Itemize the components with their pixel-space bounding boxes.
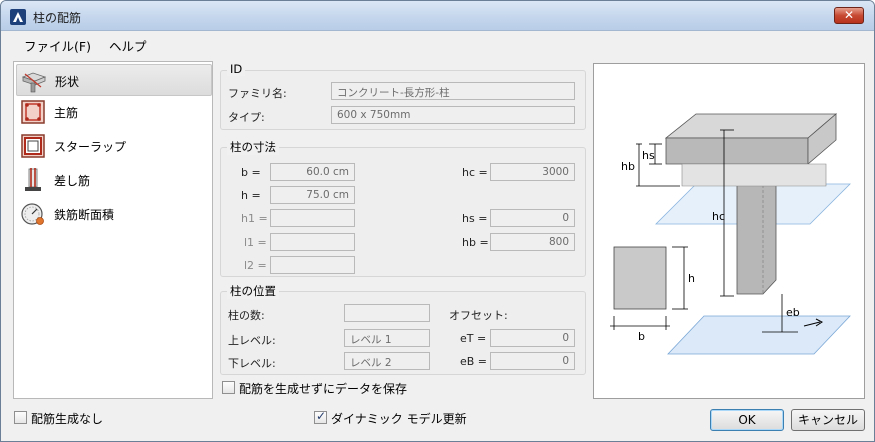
b-field[interactable]: 60.0 cm [270, 163, 355, 181]
dimensions-group: 柱の寸法 b = 60.0 cm h = 75.0 cm h1 = l1 = l… [220, 139, 586, 277]
cancel-button[interactable]: キャンセル [791, 409, 865, 431]
column-section [613, 246, 667, 310]
rebar-area-icon [21, 203, 44, 225]
nav-item-shape[interactable]: 形状 [16, 64, 212, 96]
slab-top [664, 113, 838, 139]
hb-field[interactable]: 800 [490, 233, 575, 251]
dowel-icon [25, 168, 41, 191]
slab-front [665, 137, 809, 165]
app-logo-icon [10, 9, 26, 25]
nav-label: 形状 [55, 75, 80, 89]
column-preview-diagram: hs hb hc h b eb [593, 63, 865, 399]
nav-item-dowel[interactable]: 差し筋 [16, 164, 212, 196]
window-title: 柱の配筋 [33, 11, 82, 25]
stirrup-icon [21, 134, 45, 158]
close-icon: ✕ [843, 8, 855, 22]
ok-button[interactable]: OK [710, 409, 784, 431]
l2-field[interactable] [270, 256, 355, 274]
position-group: 柱の位置 柱の数: オフセット: 上レベル: レベル 1 eT = 0 下レベル… [220, 283, 586, 375]
title-bar[interactable]: 柱の配筋 ✕ [1, 1, 874, 31]
nav-item-rebar-area[interactable]: 鉄筋断面積 [16, 198, 212, 230]
hs-label: hs = [462, 212, 488, 225]
rebar-dialog: 柱の配筋 ✕ ファイル(F) ヘルプ 形状 主筋 スターラップ 差し筋 鉄筋断面… [0, 0, 875, 442]
close-button[interactable]: ✕ [834, 7, 864, 24]
save-data-checkbox[interactable] [222, 381, 235, 394]
eb-label: eB = [460, 355, 488, 368]
h-label: h = [241, 189, 261, 202]
menu-help[interactable]: ヘルプ [109, 36, 147, 55]
eb-diagram-label: eb [786, 306, 800, 319]
type-field[interactable]: 600 x 750mm [331, 106, 575, 124]
et-field[interactable]: 0 [490, 329, 575, 347]
offset-label: オフセット: [449, 309, 508, 322]
main-rebar-icon [21, 100, 45, 124]
nav-label: 主筋 [54, 106, 79, 120]
count-field[interactable] [344, 304, 430, 322]
save-data-label: 配筋を生成せずにデータを保存 [239, 382, 408, 396]
hc-field[interactable]: 3000 [490, 163, 575, 181]
b-label: b = [241, 166, 261, 179]
et-label: eT = [460, 332, 487, 345]
family-label: ファミリ名: [228, 87, 287, 100]
h1-label: h1 = [241, 212, 268, 225]
hs-diagram-label: hs [642, 149, 655, 162]
family-field[interactable]: コンクリート-長方形-柱 [331, 82, 575, 100]
dynamic-update-checkbox[interactable] [314, 409, 327, 424]
hs-field[interactable]: 0 [490, 209, 575, 227]
nav-label: 鉄筋断面積 [54, 208, 115, 222]
count-label: 柱の数: [228, 309, 265, 322]
l1-label: l1 = [244, 236, 267, 249]
group-title: 柱の寸法 [227, 139, 279, 155]
eb-field[interactable]: 0 [490, 352, 575, 370]
h-field[interactable]: 75.0 cm [270, 186, 355, 204]
nav-item-main-rebar[interactable]: 主筋 [16, 96, 212, 128]
l2-label: l2 = [244, 259, 267, 272]
shape-icon [21, 72, 47, 93]
lower-level-select[interactable]: レベル 2 [344, 352, 430, 370]
lower-level-label: 下レベル: [228, 357, 276, 370]
dynamic-update-label: ダイナミック モデル更新 [331, 412, 467, 426]
no-rebar-label: 配筋生成なし [31, 412, 104, 426]
l1-field[interactable] [270, 233, 355, 251]
no-rebar-checkbox[interactable] [14, 411, 27, 424]
hc-label: hc = [462, 166, 488, 179]
column-diagram-svg: hs hb hc h b eb [610, 113, 851, 355]
nav-item-stirrup[interactable]: スターラップ [16, 130, 212, 162]
menu-file[interactable]: ファイル(F) [24, 36, 91, 55]
upper-level-select[interactable]: レベル 1 [344, 329, 430, 347]
hb-label: hb = [462, 236, 489, 249]
h-diagram-label: h [688, 272, 695, 285]
b-diagram-label: b [638, 330, 645, 343]
type-label: タイプ: [228, 111, 265, 124]
id-group: ID ファミリ名: コンクリート-長方形-柱 タイプ: 600 x 750mm [220, 62, 586, 130]
hb-diagram-label: hb [621, 160, 635, 173]
h1-field[interactable] [270, 209, 355, 227]
hc-diagram-label: hc [712, 210, 725, 223]
nav-label: スターラップ [54, 140, 127, 154]
menu-bar: ファイル(F) ヘルプ [1, 32, 874, 56]
category-list: 形状 主筋 スターラップ 差し筋 鉄筋断面積 [13, 61, 213, 399]
lower-level-plane [667, 315, 851, 355]
group-title: 柱の位置 [227, 283, 279, 299]
nav-label: 差し筋 [54, 174, 91, 188]
upper-level-label: 上レベル: [228, 334, 276, 347]
group-title: ID [227, 62, 246, 76]
